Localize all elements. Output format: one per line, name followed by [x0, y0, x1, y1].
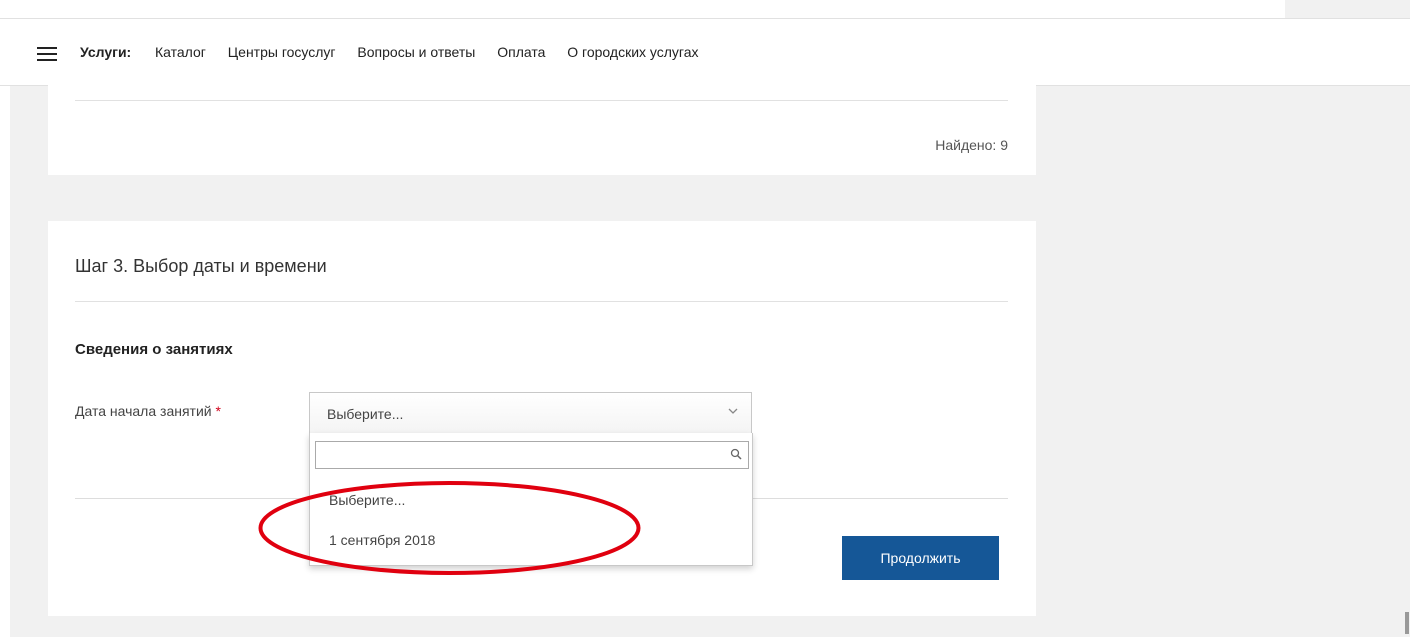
results-count: Найдено: 9: [935, 137, 1008, 153]
nav-link-faq[interactable]: Вопросы и ответы: [357, 44, 475, 60]
start-date-select[interactable]: Выберите...: [309, 392, 752, 434]
step-title: Шаг 3. Выбор даты и времени: [75, 256, 327, 276]
top-navbar: Услуги: Каталог Центры госуслуг Вопросы …: [0, 18, 1410, 86]
section-title: Сведения о занятиях: [75, 341, 233, 358]
top-gap: [0, 0, 1410, 18]
chevron-down-icon: [728, 408, 738, 414]
nav-link-payment[interactable]: Оплата: [497, 44, 545, 60]
results-card: Найдено: 9: [48, 85, 1036, 175]
dropdown-option-date[interactable]: 1 сентября 2018: [329, 532, 435, 548]
nav-links: Каталог Центры госуслуг Вопросы и ответы…: [155, 44, 717, 60]
menu-icon[interactable]: [37, 47, 57, 61]
search-icon: [730, 448, 742, 460]
field-label: Дата начала занятий *: [75, 403, 221, 419]
dropdown-option-placeholder[interactable]: Выберите...: [329, 492, 405, 508]
nav-link-about[interactable]: О городских услугах: [567, 44, 698, 60]
scrollbar-thumb[interactable]: [1405, 612, 1409, 634]
select-dropdown: Выберите... 1 сентября 2018: [309, 433, 753, 566]
nav-title: Услуги:: [80, 44, 132, 60]
divider: [75, 301, 1008, 302]
select-value: Выберите...: [327, 406, 404, 422]
continue-button[interactable]: Продолжить: [842, 536, 999, 580]
dropdown-search: [315, 441, 749, 469]
dropdown-search-input[interactable]: [320, 443, 724, 469]
field-label-text: Дата начала занятий: [75, 403, 212, 419]
required-mark: *: [215, 403, 221, 419]
nav-link-catalog[interactable]: Каталог: [155, 44, 206, 60]
right-strip: [1285, 0, 1410, 18]
nav-link-service-centers[interactable]: Центры госуслуг: [228, 44, 336, 60]
divider: [75, 100, 1008, 101]
